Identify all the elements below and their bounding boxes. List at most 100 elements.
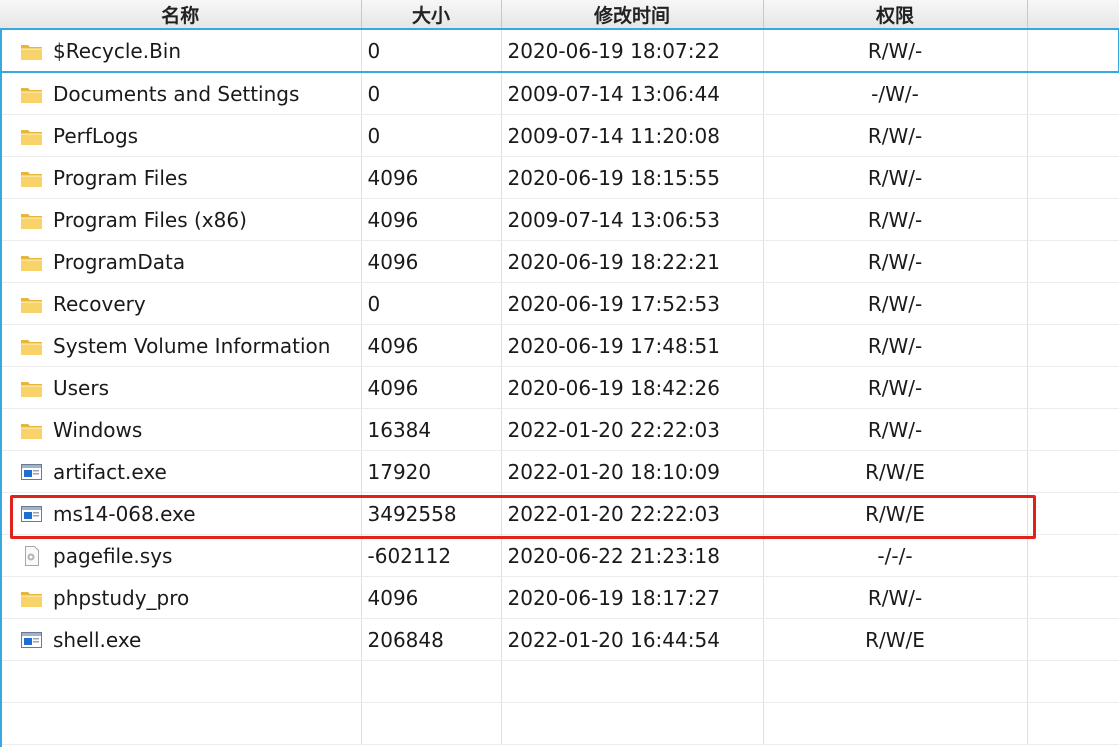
cell-modified: 2020-06-19 18:42:26 [501, 366, 764, 409]
table-left-edge [0, 28, 2, 747]
cell-name[interactable]: PerfLogs [0, 114, 362, 157]
name-cell-content: Users [20, 375, 360, 400]
name-cell-content: Program Files [20, 165, 360, 190]
table-row[interactable]: Users 4096 2020-06-19 18:42:26 R/W/- [0, 366, 1119, 409]
file-name-label: $Recycle.Bin [53, 38, 182, 63]
cell-size: 206848 [361, 618, 502, 661]
cell-filler [1027, 618, 1119, 661]
cell-modified: 2009-07-14 13:06:44 [501, 72, 764, 115]
cell-name[interactable]: Recovery [0, 282, 362, 325]
cell-name[interactable]: System Volume Information [0, 324, 362, 367]
name-cell-content: System Volume Information [20, 333, 360, 358]
empty-cell [763, 660, 1028, 703]
name-cell-content: PerfLogs [20, 124, 360, 148]
cell-filler [1027, 576, 1119, 619]
table-row[interactable]: Recovery 0 2020-06-19 17:52:53 R/W/- [0, 282, 1119, 325]
table-row[interactable]: System Volume Information 4096 2020-06-19 … [0, 324, 1119, 367]
table-row[interactable]: shell.exe 206848 2022-01-20 16:44:54 R/W/E [0, 618, 1119, 661]
empty-cell [1027, 660, 1119, 703]
table-header: 名称 大小 修改时间 权限 [0, 0, 1119, 30]
column-header-permissions[interactable]: 权限 [763, 0, 1028, 30]
file-name-label: pagefile.sys [53, 543, 173, 568]
cell-size: 0 [361, 72, 502, 115]
cell-name[interactable]: Program Files (x86) [0, 198, 362, 241]
column-header-modified[interactable]: 修改时间 [501, 0, 764, 30]
cell-modified: 2020-06-19 18:15:55 [501, 156, 764, 199]
cell-modified: 2020-06-19 18:07:22 [501, 28, 764, 73]
empty-cell [0, 702, 362, 745]
table-row[interactable]: $Recycle.Bin 0 2020-06-19 18:07:22 R/W/- [0, 28, 1119, 73]
cell-modified: 2020-06-19 18:22:21 [501, 240, 764, 283]
empty-cell [501, 702, 764, 745]
cell-modified: 2020-06-19 17:48:51 [501, 324, 764, 367]
folder-icon [20, 336, 43, 356]
cell-modified: 2020-06-19 17:52:53 [501, 282, 764, 325]
table-row[interactable]: ms14-068.exe 3492558 2022-01-20 22:22:03 R/… [0, 492, 1119, 535]
cell-modified: 2009-07-14 11:20:08 [501, 114, 764, 157]
cell-size: 4096 [361, 324, 502, 367]
file-name-label: Recovery [53, 291, 146, 316]
file-name-label: System Volume Information [53, 333, 331, 358]
cell-size: 0 [361, 282, 502, 325]
cell-name[interactable]: Windows [0, 408, 362, 451]
folder-icon [20, 378, 43, 398]
column-header-name[interactable]: 名称 [0, 0, 362, 30]
empty-cell [361, 702, 502, 745]
table-row[interactable]: phpstudy_pro 4096 2020-06-19 18:17:27 R/W/- [0, 576, 1119, 619]
cell-name[interactable]: pagefile.sys [0, 534, 362, 577]
cell-modified: 2020-06-19 18:17:27 [501, 576, 764, 619]
cell-modified: 2020-06-22 21:23:18 [501, 534, 764, 577]
cell-permissions: R/W/- [763, 366, 1028, 409]
cell-permissions: R/W/- [763, 576, 1028, 619]
executable-icon [20, 630, 43, 650]
empty-cell [361, 660, 502, 703]
folder-icon [20, 84, 43, 104]
cell-name[interactable]: phpstudy_pro [0, 576, 362, 619]
cell-name[interactable]: Documents and Settings [0, 72, 362, 115]
table-row[interactable]: Windows 16384 2022-01-20 22:22:03 R/W/- [0, 408, 1119, 451]
cell-name[interactable]: $Recycle.Bin [0, 28, 362, 73]
file-name-label: Users [53, 375, 110, 400]
cell-name[interactable]: Users [0, 366, 362, 409]
folder-icon [20, 252, 43, 272]
empty-row [0, 702, 1119, 745]
cell-name[interactable]: artifact.exe [0, 450, 362, 493]
cell-size: 4096 [361, 576, 502, 619]
file-table: 名称 大小 修改时间 权限 $Recycle.Bin 0 2020-06-19 18… [0, 0, 1119, 745]
cell-permissions: -/-/- [763, 534, 1028, 577]
cell-modified: 2022-01-20 22:22:03 [501, 408, 764, 451]
cell-filler [1027, 28, 1119, 73]
table-row[interactable]: artifact.exe 17920 2022-01-20 18:10:09 R/W/… [0, 450, 1119, 493]
cell-modified: 2022-01-20 16:44:54 [501, 618, 764, 661]
file-name-label: phpstudy_pro [53, 585, 190, 610]
cell-filler [1027, 324, 1119, 367]
cell-name[interactable]: shell.exe [0, 618, 362, 661]
cell-modified: 2022-01-20 22:22:03 [501, 492, 764, 535]
name-cell-content: Recovery [20, 291, 360, 316]
table-body: $Recycle.Bin 0 2020-06-19 18:07:22 R/W/- Doc… [0, 28, 1119, 745]
column-header-size[interactable]: 大小 [361, 0, 502, 30]
cell-size: -602112 [361, 534, 502, 577]
table-row[interactable]: Documents and Settings 0 2009-07-14 13:06:… [0, 72, 1119, 115]
table-row[interactable]: PerfLogs 0 2009-07-14 11:20:08 R/W/- [0, 114, 1119, 157]
file-name-label: ms14-068.exe [53, 501, 196, 526]
cell-name[interactable]: ms14-068.exe [0, 492, 362, 535]
cell-name[interactable]: Program Files [0, 156, 362, 199]
empty-cell [0, 660, 362, 703]
table-row[interactable]: Program Files 4096 2020-06-19 18:15:55 R/W/… [0, 156, 1119, 199]
cell-filler [1027, 534, 1119, 577]
cell-permissions: R/W/- [763, 324, 1028, 367]
cell-name[interactable]: ProgramData [0, 240, 362, 283]
executable-icon [20, 504, 43, 524]
executable-icon [20, 462, 43, 482]
file-browser: 名称 大小 修改时间 权限 $Recycle.Bin 0 2020-06-19 18… [0, 0, 1119, 747]
cell-filler [1027, 240, 1119, 283]
cell-filler [1027, 408, 1119, 451]
table-row[interactable]: Program Files (x86) 4096 2009-07-14 13:06:… [0, 198, 1119, 241]
name-cell-content: ms14-068.exe [20, 501, 360, 526]
table-row[interactable]: pagefile.sys -602112 2020-06-22 21:23:18 -/… [0, 534, 1119, 577]
folder-icon [20, 294, 43, 314]
table-row[interactable]: ProgramData 4096 2020-06-19 18:22:21 R/W/- [0, 240, 1119, 283]
cell-permissions: R/W/E [763, 618, 1028, 661]
file-name-label: Program Files [53, 165, 188, 190]
